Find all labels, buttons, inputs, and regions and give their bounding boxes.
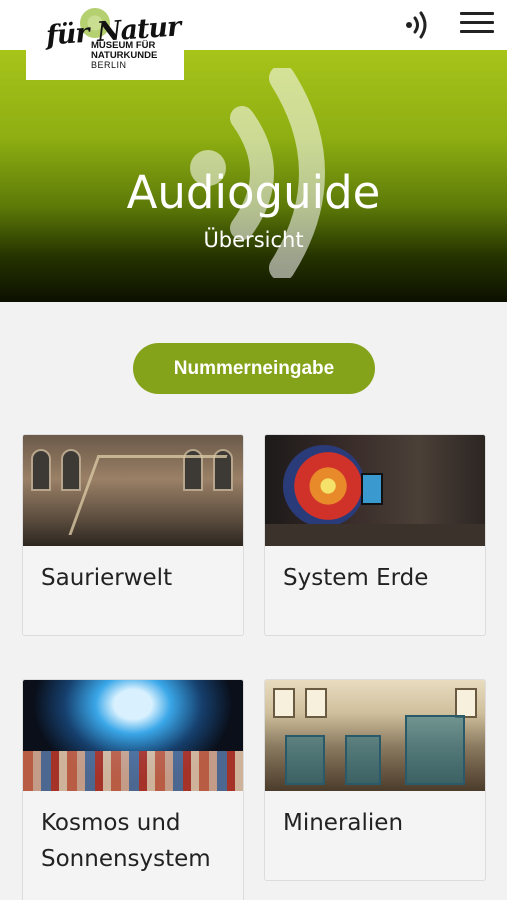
page-subtitle: Übersicht	[203, 228, 304, 252]
card-label: Saurierwelt	[41, 565, 173, 591]
hamburger-menu-icon[interactable]	[460, 12, 494, 38]
logo-line-3: BERLIN	[91, 60, 127, 70]
tour-card-system-erde[interactable]: System Erde	[264, 434, 486, 636]
system-erde-image	[265, 435, 485, 546]
saurierwelt-image	[23, 435, 243, 546]
number-input-button[interactable]: Nummerneingabe	[133, 343, 375, 394]
tour-card-kosmos[interactable]: Kosmos und Sonnensystem	[22, 679, 244, 900]
kosmos-image	[23, 680, 243, 791]
hero-banner: Audioguide Übersicht	[0, 50, 507, 302]
audio-waves-icon[interactable]	[404, 10, 434, 40]
tour-card-saurierwelt[interactable]: Saurierwelt	[22, 434, 244, 636]
page-title: Audioguide	[126, 166, 381, 219]
museum-logo[interactable]: für Natur MUSEUM FÜR NATURKUNDE BERLIN	[26, 0, 184, 80]
card-label: System Erde	[283, 565, 429, 591]
card-label: Mineralien	[283, 810, 404, 836]
mineralien-image	[265, 680, 485, 791]
tour-card-mineralien[interactable]: Mineralien	[264, 679, 486, 881]
card-label: Kosmos und Sonnensystem	[41, 810, 211, 872]
